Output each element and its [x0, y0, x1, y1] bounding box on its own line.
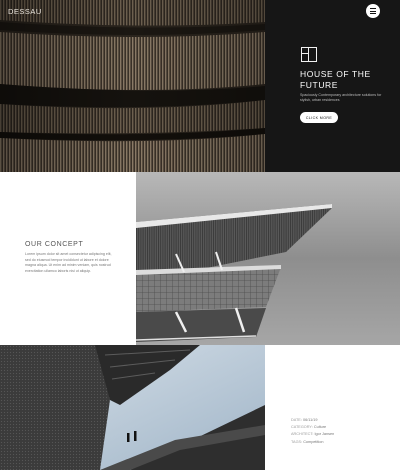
corridor-image [0, 345, 265, 470]
hero-panel: HOUSE OF THE FUTURE Spaciously Contempor… [265, 0, 400, 172]
concept-title: OUR CONCEPT [25, 241, 84, 248]
click-more-button[interactable]: CLICK MORE [300, 112, 338, 123]
hero-title: HOUSE OF THE FUTURE [300, 69, 371, 90]
hero-subtitle: Spaciously Contemporary architecture sol… [300, 93, 382, 102]
concept-section: OUR CONCEPT Lorem ipsum dolor sit amet c… [0, 172, 136, 345]
brand-logo[interactable]: DESSAU [8, 7, 42, 16]
detail-date: DATE: 06/11/19 [291, 418, 318, 422]
concept-text: Lorem ipsum dolor sit amet consectetur a… [25, 252, 112, 273]
details-panel: DATE: 06/11/19 CATEGORY: Culture ARCHITE… [265, 345, 400, 470]
detail-tags: TAGS: Competition [291, 439, 324, 444]
hero-image: DESSAU [0, 0, 265, 172]
menu-button[interactable] [366, 4, 380, 18]
corridor-photo [0, 345, 265, 470]
house-logo-icon [301, 47, 317, 62]
hamburger-icon [370, 8, 376, 9]
project-details-list: DATE: 06/11/19 CATEGORY: Culture ARCHITE… [291, 417, 334, 446]
detail-architect: ARCHITECT: Igor Jansen [291, 432, 335, 437]
building-photo [136, 172, 400, 345]
building-image [136, 172, 400, 345]
hero-architecture-photo [0, 0, 265, 172]
detail-category: CATEGORY: Culture [291, 425, 327, 430]
